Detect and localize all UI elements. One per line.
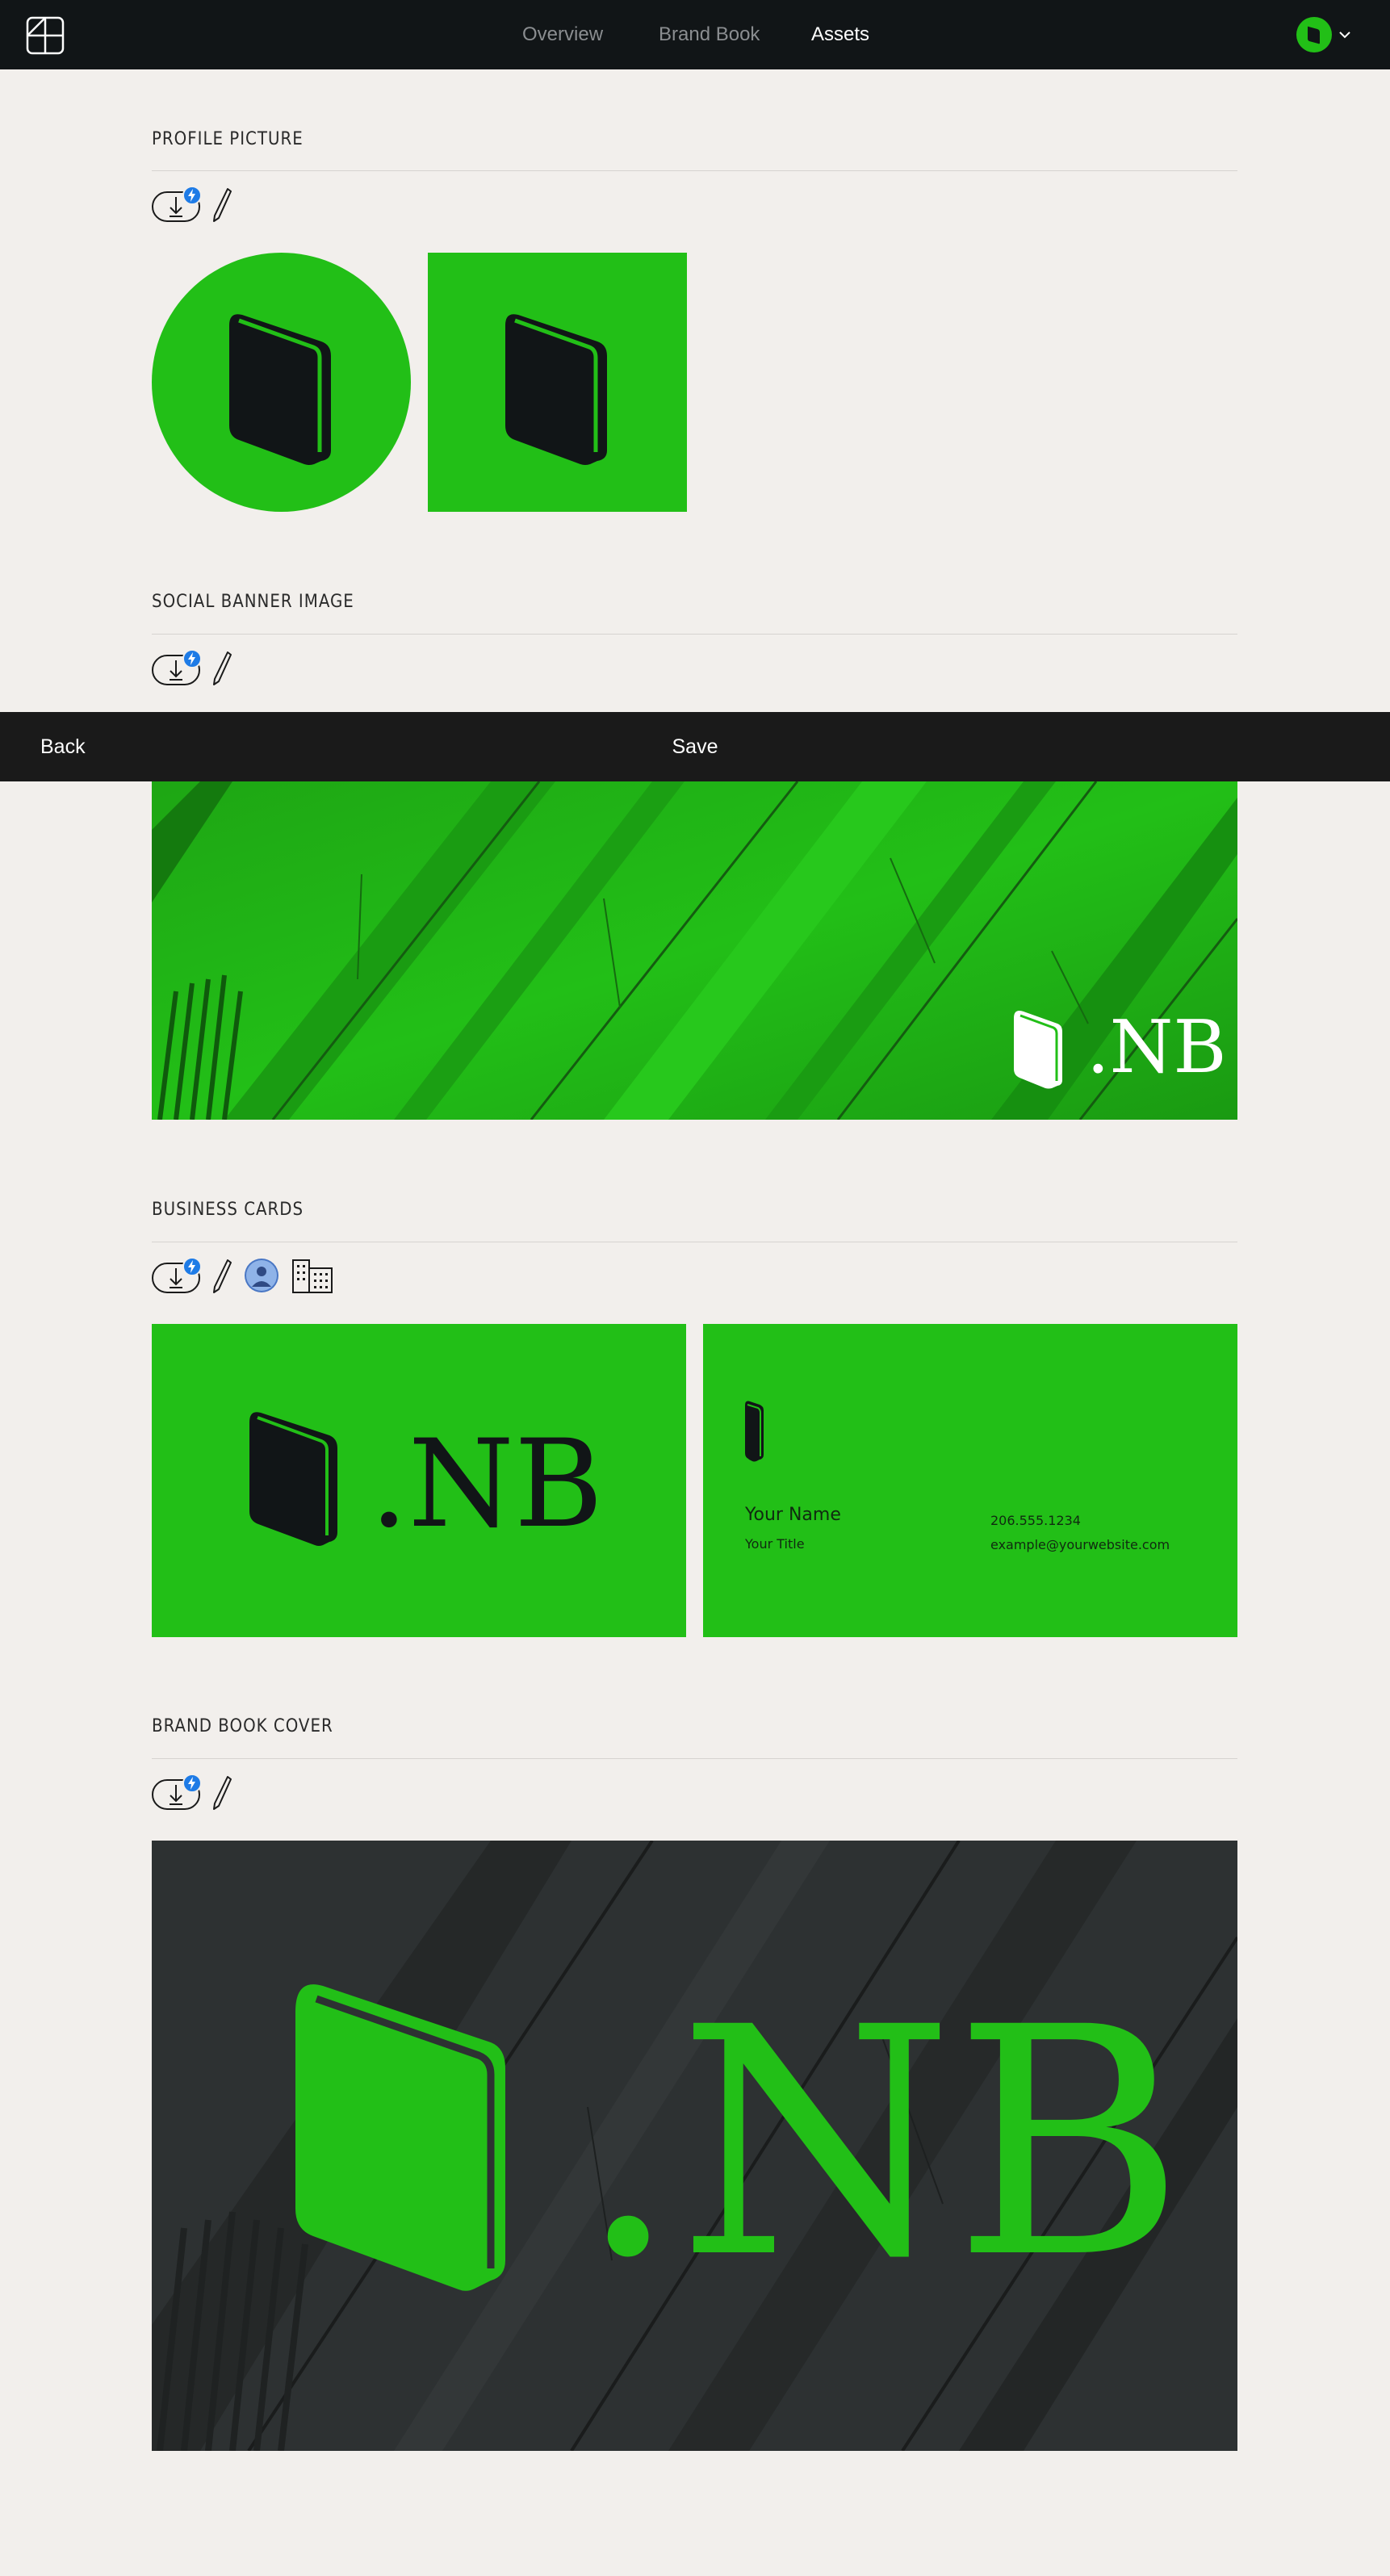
svg-text:.NB: .NB — [1086, 1005, 1227, 1090]
business-cards-tools — [152, 1256, 334, 1295]
card-name: Your Name — [745, 1505, 841, 1525]
top-navigation-bar: Overview Brand Book Assets — [0, 0, 1390, 69]
brand-book-cover-tools — [152, 1773, 232, 1812]
business-card-back[interactable]: Your Name Your Title 206.555.1234 exampl… — [703, 1324, 1237, 1637]
divider — [152, 634, 1237, 635]
book-icon — [229, 314, 331, 465]
download-button[interactable] — [152, 186, 202, 223]
lightning-badge-icon — [182, 1774, 202, 1793]
book-icon — [505, 314, 607, 465]
profile-picture-square[interactable] — [428, 253, 687, 512]
edit-pencil-icon[interactable] — [211, 186, 232, 223]
social-banner-tools — [152, 648, 232, 687]
business-card-front[interactable]: .NB — [152, 1324, 686, 1637]
brand-book-cover-art: .NB — [152, 1841, 1237, 2451]
section-title-brand-book-cover: BRAND BOOK COVER — [152, 1716, 333, 1736]
building-icon[interactable] — [291, 1258, 334, 1293]
avatar-icon — [1296, 17, 1332, 52]
social-banner-image[interactable]: .NB — [152, 781, 1237, 1120]
nav-assets[interactable]: Assets — [811, 23, 869, 46]
book-icon — [249, 1412, 337, 1546]
download-button[interactable] — [152, 649, 202, 686]
card-email: example@yourwebsite.com — [990, 1537, 1170, 1552]
section-title-business-cards: BUSINESS CARDS — [152, 1200, 304, 1220]
edit-pencil-icon[interactable] — [211, 649, 232, 686]
download-button[interactable] — [152, 1774, 202, 1811]
nav-overview[interactable]: Overview — [522, 23, 603, 46]
book-icon — [745, 1401, 764, 1462]
business-card-front-art: .NB — [249, 1412, 603, 1555]
edit-pencil-icon[interactable] — [211, 1774, 232, 1811]
banner-artwork: .NB — [152, 781, 1237, 1120]
person-avatar-icon[interactable] — [244, 1258, 279, 1293]
profile-picture-circle[interactable] — [152, 253, 411, 512]
nav-brand-book[interactable]: Brand Book — [659, 23, 760, 46]
account-menu[interactable] — [1296, 17, 1354, 52]
section-title-profile-picture: PROFILE PICTURE — [152, 129, 304, 149]
card-phone: 206.555.1234 — [990, 1513, 1081, 1528]
svg-text:.NB: .NB — [578, 1960, 1185, 2327]
svg-text:.NB: .NB — [370, 1414, 603, 1555]
divider — [152, 1758, 1237, 1759]
card-title: Your Title — [745, 1536, 805, 1552]
action-bar: Save Back — [0, 712, 1390, 781]
save-button[interactable]: Save — [0, 712, 1390, 781]
profile-picture-tools — [152, 185, 232, 224]
lightning-badge-icon — [182, 649, 202, 668]
chevron-down-icon — [1339, 31, 1350, 39]
brand-book-cover-image[interactable]: .NB — [152, 1841, 1237, 2451]
section-title-social-banner: SOCIAL BANNER IMAGE — [152, 592, 354, 612]
brand-logo-icon[interactable] — [26, 16, 65, 55]
lightning-badge-icon — [182, 1257, 202, 1276]
edit-pencil-icon[interactable] — [211, 1257, 232, 1294]
download-button[interactable] — [152, 1257, 202, 1294]
lightning-badge-icon — [182, 186, 202, 205]
divider — [152, 170, 1237, 171]
back-button[interactable]: Back — [40, 712, 86, 781]
